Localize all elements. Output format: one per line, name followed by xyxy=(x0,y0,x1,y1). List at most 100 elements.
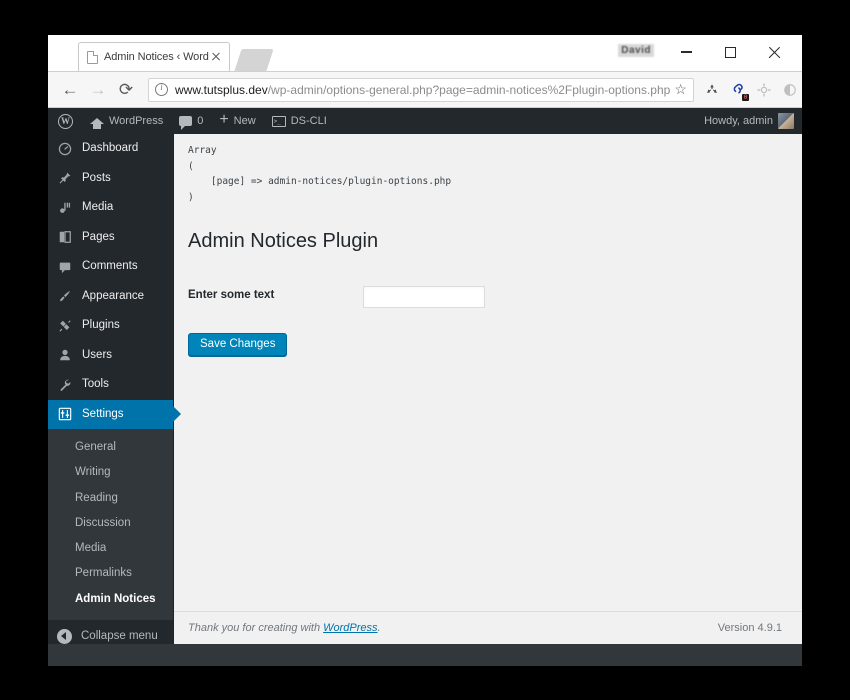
sidebar-item-label: Pages xyxy=(82,230,115,243)
reload-button[interactable]: ⟳ xyxy=(112,76,140,104)
submenu-item-general[interactable]: General xyxy=(48,435,173,460)
media-icon xyxy=(57,201,73,215)
sidebar-item-label: Posts xyxy=(82,171,111,184)
page-title: Admin Notices Plugin xyxy=(188,229,379,252)
browser-toolbar: ← → ⟳ www.tutsplus.dev/wp-admin/options-… xyxy=(48,71,802,108)
save-changes-button[interactable]: Save Changes xyxy=(188,332,288,356)
page-bottom-strip xyxy=(48,644,802,666)
ds-cli-button[interactable]: >_ DS-CLI xyxy=(264,108,335,134)
dashboard-icon xyxy=(57,142,73,156)
minimize-button[interactable] xyxy=(664,37,708,67)
sidebar-item-plugins[interactable]: Plugins xyxy=(48,311,173,341)
url-host: www.tutsplus.dev xyxy=(175,82,268,97)
settings-submenu: General Writing Reading Discussion Media… xyxy=(48,429,173,620)
user-icon xyxy=(57,348,73,362)
bookmark-star-icon[interactable]: ☆ xyxy=(674,81,687,98)
submenu-item-media[interactable]: Media xyxy=(48,536,173,561)
maximize-button[interactable] xyxy=(708,37,752,67)
field-cell xyxy=(363,275,782,319)
info-icon[interactable] xyxy=(155,81,168,96)
address-bar[interactable]: www.tutsplus.dev/wp-admin/options-genera… xyxy=(148,77,694,102)
browser-window: Admin Notices ‹ WordPr David ← → ⟳ www.t… xyxy=(48,35,802,666)
sidebar-item-comments[interactable]: Comments xyxy=(48,252,173,282)
close-tab-icon[interactable] xyxy=(209,50,223,64)
wordpress-link[interactable]: WordPress xyxy=(323,622,377,634)
moon-glyph xyxy=(784,83,796,96)
new-content-button[interactable]: + New xyxy=(211,108,263,134)
sidebar-item-users[interactable]: Users xyxy=(48,341,173,371)
settings-form: Enter some text Save Changes xyxy=(188,275,782,356)
pin-icon xyxy=(57,171,73,185)
sidebar-item-label: Appearance xyxy=(82,289,145,302)
home-icon xyxy=(90,118,104,129)
table-row: Enter some text xyxy=(188,275,782,319)
url-text: www.tutsplus.dev/wp-admin/options-genera… xyxy=(175,83,670,97)
moon-icon[interactable] xyxy=(778,78,802,102)
brush-icon xyxy=(57,289,73,303)
maximize-icon xyxy=(724,46,736,58)
link-icon[interactable]: 0 xyxy=(726,78,750,102)
sidebar-item-settings[interactable]: Settings xyxy=(48,399,173,430)
submenu-item-reading[interactable]: Reading xyxy=(48,486,173,511)
close-window-button[interactable] xyxy=(752,37,796,67)
new-tab-button[interactable] xyxy=(234,49,274,71)
submenu-item-permalinks[interactable]: Permalinks xyxy=(48,561,173,586)
wp-admin-bar: W WordPress 0 + New >_ DS-CLI Howdy, adm… xyxy=(48,108,802,134)
gear-glyph xyxy=(757,83,771,96)
tab-title: Admin Notices ‹ WordPr xyxy=(104,51,209,63)
recycle-icon[interactable] xyxy=(700,78,724,102)
plus-icon: + xyxy=(219,111,229,128)
wp-footer: Thank you for creating with WordPress. V… xyxy=(174,611,802,644)
settings-icon xyxy=(57,407,73,421)
recycle-glyph xyxy=(706,83,717,93)
howdy-label: Howdy, admin xyxy=(704,115,773,127)
sidebar-item-label: Comments xyxy=(82,260,138,273)
browser-tab[interactable]: Admin Notices ‹ WordPr xyxy=(78,42,230,71)
sidebar-item-appearance[interactable]: Appearance xyxy=(48,282,173,312)
avatar xyxy=(778,113,794,129)
collapse-menu-button[interactable]: Collapse menu xyxy=(48,620,173,644)
sidebar-item-posts[interactable]: Posts xyxy=(48,164,173,194)
submenu-item-discussion[interactable]: Discussion xyxy=(48,511,173,536)
site-name-label: WordPress xyxy=(109,115,164,127)
submenu-item-admin-notices[interactable]: Admin Notices xyxy=(48,587,173,612)
sidebar-item-tools[interactable]: Tools xyxy=(48,370,173,400)
footer-thanks-suffix: . xyxy=(377,622,381,634)
comments-button[interactable]: 0 xyxy=(171,108,211,134)
main-content: Array ( [page] => admin-notices/plugin-o… xyxy=(174,134,802,611)
page-icon xyxy=(87,50,98,64)
sidebar-item-media[interactable]: Media xyxy=(48,193,173,223)
wp-version: Version 4.9.1 xyxy=(717,622,782,634)
ds-cli-label: DS-CLI xyxy=(290,115,327,127)
forward-button[interactable]: → xyxy=(84,76,112,104)
pages-icon xyxy=(57,230,73,244)
footer-thanks: Thank you for creating with WordPress. xyxy=(188,622,381,634)
some-text-input[interactable] xyxy=(363,285,485,308)
form-table: Enter some text xyxy=(188,275,782,319)
wp-logo-button[interactable]: W xyxy=(48,108,82,134)
tab-strip: Admin Notices ‹ WordPr David xyxy=(48,35,802,71)
footer-thanks-prefix: Thank you for creating with xyxy=(188,622,324,634)
account-menu[interactable]: Howdy, admin xyxy=(696,108,802,134)
sidebar-item-label: Dashboard xyxy=(82,142,139,154)
comment-bubble-icon xyxy=(179,116,193,130)
new-label: New xyxy=(233,115,256,127)
gear-icon[interactable] xyxy=(752,78,776,102)
url-path: /wp-admin/options-general.php?page=admin… xyxy=(267,82,671,97)
close-icon xyxy=(768,46,781,59)
sidebar-item-pages[interactable]: Pages xyxy=(48,223,173,253)
minimize-icon xyxy=(680,51,692,53)
collapse-arrow-icon xyxy=(57,628,72,644)
site-name-button[interactable]: WordPress xyxy=(82,108,171,134)
collapse-menu-label: Collapse menu xyxy=(81,630,158,643)
submenu-item-writing[interactable]: Writing xyxy=(48,460,173,485)
window-user-label[interactable]: David xyxy=(618,44,654,57)
sidebar-item-dashboard[interactable]: Dashboard xyxy=(48,134,173,164)
back-button[interactable]: ← xyxy=(56,76,84,104)
var-dump-output: Array ( [page] => admin-notices/plugin-o… xyxy=(188,145,452,204)
wordpress-page: W WordPress 0 + New >_ DS-CLI Howdy, adm… xyxy=(48,108,802,666)
wp-body: Dashboard Posts Media Pages Comments App… xyxy=(48,134,802,644)
link-badge: 0 xyxy=(742,93,749,101)
sidebar-item-label: Users xyxy=(82,348,113,361)
wordpress-logo-icon: W xyxy=(58,113,73,129)
